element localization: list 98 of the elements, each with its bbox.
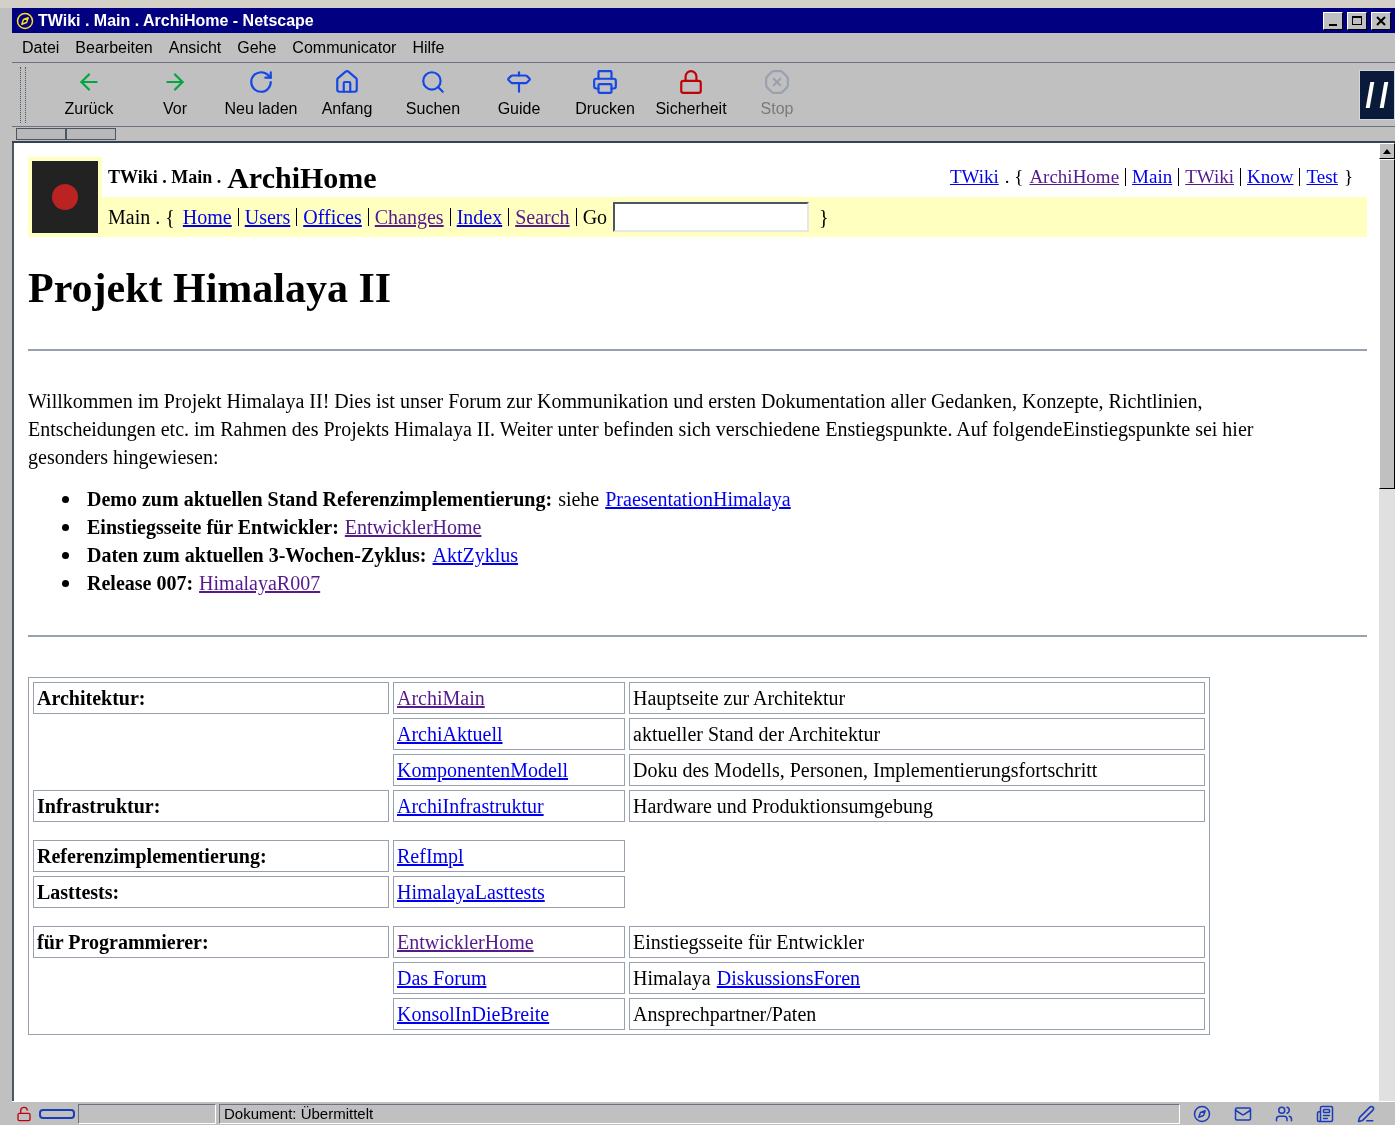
search-icon <box>420 68 446 95</box>
pen-icon[interactable] <box>1357 1104 1375 1123</box>
status-text: Dokument: Übermittelt <box>219 1103 1180 1124</box>
printer-icon <box>592 68 618 95</box>
link[interactable]: KomponentenModell <box>397 759 569 781</box>
reload-icon <box>248 68 274 95</box>
menu-item[interactable]: Gehe <box>237 35 277 60</box>
menu-item[interactable]: Hilfe <box>412 35 445 60</box>
maximize-button[interactable] <box>1347 11 1367 30</box>
web-link[interactable]: TWiki <box>949 162 999 192</box>
app-logo-icon <box>16 11 34 30</box>
nav-link[interactable]: Index <box>456 202 503 232</box>
link[interactable]: RefImpl <box>397 845 464 867</box>
bullet-label: Einstiegsseite für Entwickler: <box>87 515 339 541</box>
web-link[interactable]: TWiki <box>1185 162 1235 192</box>
category-cell: für Programmierer: <box>33 926 389 958</box>
link[interactable]: KonsolInDieBreite <box>397 1003 550 1025</box>
description-text: Hauptseite zur Architektur <box>633 687 846 709</box>
link[interactable]: PraesentationHimalaya <box>605 485 791 513</box>
collapsed-toolbar-tab[interactable] <box>66 128 116 140</box>
menu-item[interactable]: Datei <box>22 35 60 60</box>
web-link[interactable]: Main <box>1132 162 1173 192</box>
toolbar-button[interactable]: Vor <box>132 65 218 124</box>
menu-item[interactable]: Ansicht <box>168 35 222 60</box>
bullet-text: siehe <box>558 487 600 512</box>
bullet-icon <box>62 523 69 531</box>
people-icon[interactable] <box>1275 1104 1293 1123</box>
category-cell: Lasttests: <box>33 876 389 908</box>
link[interactable]: HimalayaLasttests <box>397 881 545 903</box>
window-title: TWiki . Main . ArchiHome - Netscape <box>38 10 314 31</box>
web-list-open: . { <box>1004 164 1024 189</box>
category-cell: Infrastruktur: <box>33 790 389 822</box>
topic-title: ArchiHome <box>227 159 377 196</box>
search-field[interactable] <box>613 202 810 232</box>
toolbar-grip[interactable] <box>20 66 26 123</box>
toolbar-button[interactable]: Suchen <box>390 65 476 124</box>
stop-icon <box>764 68 790 95</box>
bullet-label: Demo zum aktuellen Stand Referenzimplementierung: <box>87 487 553 513</box>
link[interactable]: ArchiInfrastruktur <box>397 795 544 817</box>
nav-prefix: Main . { <box>108 205 175 230</box>
padlock-icon[interactable] <box>16 1105 32 1122</box>
close-icon <box>1376 15 1386 26</box>
signpost-icon <box>506 68 532 95</box>
description-text: Ansprechpartner/Paten <box>633 1003 817 1025</box>
connection-icon <box>39 1108 75 1119</box>
nav-link[interactable]: Changes <box>374 202 444 232</box>
padlock-icon <box>678 68 704 95</box>
newspaper-icon[interactable] <box>1316 1104 1334 1123</box>
toolbar-button[interactable]: Drucken <box>562 65 648 124</box>
link[interactable]: HimalayaR007 <box>199 569 321 597</box>
bullet-label: Daten zum aktuellen 3-Wochen-Zyklus: <box>87 543 427 569</box>
description-text: Hardware und Produktionsumgebung <box>633 795 933 817</box>
menu-item[interactable]: Communicator <box>292 35 397 60</box>
go-label: Go <box>582 205 608 230</box>
category-cell: Referenzimplementierung: <box>33 840 389 872</box>
close-button[interactable] <box>1371 11 1391 30</box>
bullet-icon <box>62 551 69 559</box>
bullet-icon <box>62 495 69 503</box>
nav-link[interactable]: Search <box>515 202 570 232</box>
toolbar-button[interactable]: Zurück <box>46 65 132 124</box>
link[interactable]: ArchiMain <box>397 687 485 709</box>
nav-close: } <box>819 205 829 230</box>
up-arrow-icon <box>1383 148 1391 154</box>
compass-icon[interactable] <box>1193 1104 1211 1123</box>
link[interactable]: ArchiAktuell <box>397 723 503 745</box>
link[interactable]: DiskussionsForen <box>716 967 861 989</box>
link[interactable]: Das Forum <box>397 967 487 989</box>
intro-paragraph: Willkommen im Projekt Himalaya II! Dies ist unser Forum zur Kommunikation und ersten Dokumentation aller Gedanken, Konzepte, Richtlinien, Entscheidungen etc. im Rahmen des Projekts Himalaya II. Weiter unter befinden sich verschiedene Enstiegspunkte. Auf folgendeEinstiegspunkte sei hier gesonders hingewiesen: <box>28 389 1255 471</box>
link[interactable]: EntwicklerHome <box>344 513 482 541</box>
toolbar-button[interactable]: Anfang <box>304 65 390 124</box>
category-cell: Architektur: <box>33 682 389 714</box>
description-text: Doku des Modells, Personen, Implementierungsfortschritt <box>633 759 1098 781</box>
vertical-scrollbar[interactable] <box>1379 143 1395 1101</box>
minimize-button[interactable] <box>1323 11 1343 30</box>
house-icon <box>334 68 360 95</box>
web-link[interactable]: Know <box>1247 162 1294 192</box>
scroll-up-button[interactable] <box>1379 143 1395 159</box>
description-text: aktueller Stand der Architektur <box>633 723 881 745</box>
web-link[interactable]: ArchiHome <box>1029 162 1120 192</box>
description-text: Einstiegsseite für Entwickler <box>633 931 865 953</box>
toolbar-button[interactable]: Neu laden <box>218 65 304 124</box>
menu-item[interactable]: Bearbeiten <box>75 35 153 60</box>
nav-link[interactable]: Offices <box>303 202 362 232</box>
description-text: Himalaya <box>633 967 711 989</box>
web-list-close: } <box>1343 164 1353 189</box>
nav-link[interactable]: Users <box>244 202 291 232</box>
collapsed-toolbar-tab[interactable] <box>16 128 66 140</box>
link[interactable]: AktZyklus <box>432 541 519 569</box>
toolbar-button[interactable]: Guide <box>476 65 562 124</box>
nav-link[interactable]: Home <box>182 202 232 232</box>
mail-icon[interactable] <box>1234 1104 1252 1123</box>
web-link[interactable]: Test <box>1306 162 1338 192</box>
toolbar-button[interactable]: Sicherheit <box>648 65 734 124</box>
link[interactable]: EntwicklerHome <box>397 931 534 953</box>
bullet-icon <box>62 579 69 587</box>
page-heading: Projekt Himalaya II <box>28 267 393 309</box>
bullet-label: Release 007: <box>87 571 194 596</box>
breadcrumb: TWiki . Main . <box>108 165 222 189</box>
